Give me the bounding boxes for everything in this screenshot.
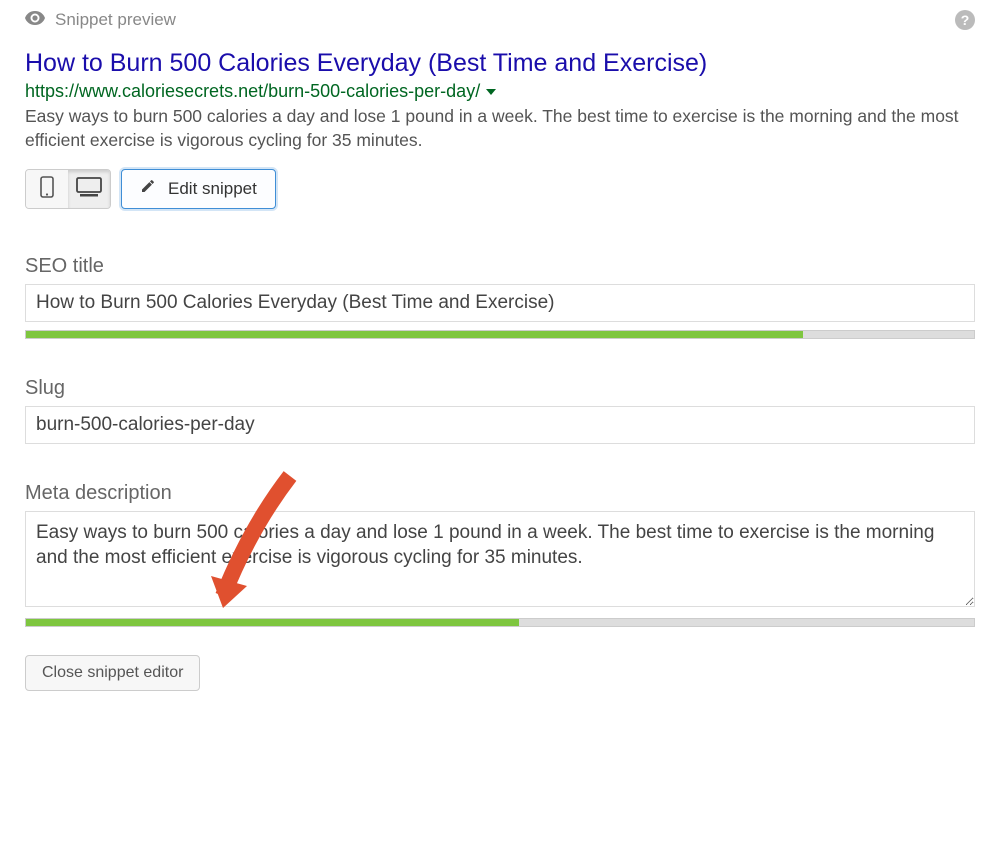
snippet-preview-header: Snippet preview ? bbox=[25, 10, 975, 30]
edit-snippet-button[interactable]: Edit snippet bbox=[121, 169, 276, 209]
mobile-icon bbox=[40, 176, 54, 201]
slug-label: Slug bbox=[25, 377, 975, 400]
close-snippet-editor-button[interactable]: Close snippet editor bbox=[25, 655, 200, 691]
seo-title-input[interactable] bbox=[25, 284, 975, 322]
meta-description-input[interactable] bbox=[25, 511, 975, 607]
meta-description-progress bbox=[25, 618, 975, 627]
seo-title-label: SEO title bbox=[25, 255, 975, 278]
snippet-preview-label: Snippet preview bbox=[55, 10, 176, 30]
preview-url-row[interactable]: https://www.caloriesecrets.net/burn-500-… bbox=[25, 81, 975, 102]
seo-title-progress-fill bbox=[26, 331, 803, 338]
help-icon[interactable]: ? bbox=[955, 10, 975, 30]
preview-url: https://www.caloriesecrets.net/burn-500-… bbox=[25, 81, 480, 102]
pencil-icon bbox=[140, 178, 156, 199]
mobile-view-button[interactable] bbox=[26, 170, 68, 208]
edit-snippet-label: Edit snippet bbox=[168, 179, 257, 199]
slug-input[interactable] bbox=[25, 406, 975, 444]
close-snippet-editor-label: Close snippet editor bbox=[42, 664, 183, 682]
desktop-icon bbox=[76, 177, 102, 200]
device-toggle bbox=[25, 169, 111, 209]
seo-title-field: SEO title bbox=[25, 255, 975, 339]
caret-down-icon bbox=[486, 89, 496, 95]
eye-icon bbox=[25, 10, 45, 30]
snippet-preview-block: How to Burn 500 Calories Everyday (Best … bbox=[25, 48, 975, 153]
desktop-view-button[interactable] bbox=[68, 170, 110, 208]
meta-description-label: Meta description bbox=[25, 482, 975, 505]
meta-description-progress-fill bbox=[26, 619, 519, 626]
preview-description[interactable]: Easy ways to burn 500 calories a day and… bbox=[25, 105, 975, 152]
meta-description-field: Meta description bbox=[25, 482, 975, 627]
preview-controls: Edit snippet bbox=[25, 169, 975, 209]
seo-title-progress bbox=[25, 330, 975, 339]
slug-field: Slug bbox=[25, 377, 975, 444]
preview-title[interactable]: How to Burn 500 Calories Everyday (Best … bbox=[25, 48, 975, 79]
